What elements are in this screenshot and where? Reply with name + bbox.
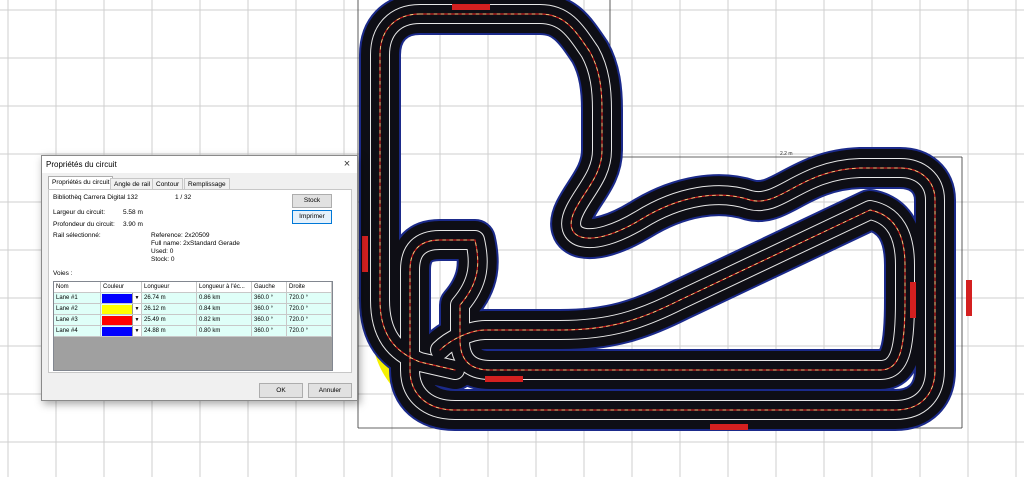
dialog-title-bar[interactable]: Propriétés du circuit × [42,156,357,173]
lanes-table-header: Nom Couleur Longueur Longueur à l'éc... … [54,282,332,293]
column-header-length[interactable]: Longueur [142,282,197,293]
table-row[interactable]: Lane #1 ▼ 26.74 m 0.86 km 360.0 ° 720.0 … [54,293,332,304]
tab-circuit-properties[interactable]: Propriétés du circuit [48,176,114,190]
lane-color-cell[interactable]: ▼ [101,326,142,337]
lane-length: 26.12 m [142,304,197,315]
lane-length: 26.74 m [142,293,197,304]
rail-stock: Stock: 0 [151,256,175,263]
rail-full-name: Full name: 2xStandard Gerade [151,240,240,247]
lane-color-cell[interactable]: ▼ [101,293,142,304]
lane-name: Lane #3 [54,315,101,326]
edge-marker-right-a [910,282,916,318]
lane-color-swatch[interactable] [102,305,132,314]
lane-length: 25.49 m [142,315,197,326]
selected-rail-label: Rail sélectionné: [53,232,101,239]
column-header-right[interactable]: Droite [287,282,332,293]
lane-name: Lane #1 [54,293,101,304]
width-label: Largeur du circuit: [53,209,106,216]
race-track[interactable] [359,0,956,431]
print-button[interactable]: Imprimer [292,210,332,224]
edge-marker-inner [485,376,523,382]
table-row[interactable]: Lane #2 ▼ 26.12 m 0.84 km 360.0 ° 720.0 … [54,304,332,315]
chevron-down-icon[interactable]: ▼ [132,304,141,314]
lane-left: 360.0 ° [252,315,287,326]
close-icon[interactable]: × [340,157,354,171]
lane-scale-length: 0.82 km [197,315,252,326]
library-page: 1 / 32 [175,194,192,201]
depth-label: Profondeur du circuit: [53,221,115,228]
lane-color-swatch[interactable] [102,294,132,303]
lane-color-cell[interactable]: ▼ [101,315,142,326]
lane-right: 720.0 ° [287,304,332,315]
lane-left: 360.0 ° [252,293,287,304]
circuit-properties-dialog: Propriétés du circuit × Propriétés du ci… [41,155,358,401]
dialog-title: Propriétés du circuit [46,160,117,169]
rail-used: Used: 0 [151,248,174,255]
edge-marker-bottom [710,424,748,430]
stock-button[interactable]: Stock [292,194,332,208]
lane-left: 360.0 ° [252,304,287,315]
lane-left: 360.0 ° [252,326,287,337]
edge-marker-right-b [966,280,972,316]
lanes-label: Voies : [53,270,73,277]
column-header-scale-length[interactable]: Longueur à l'éc... [197,282,252,293]
column-header-name[interactable]: Nom [54,282,101,293]
width-value: 5.58 m [123,209,143,216]
chevron-down-icon[interactable]: ▼ [132,315,141,325]
rail-reference: Reference: 2x20509 [151,232,210,239]
lane-right: 720.0 ° [287,293,332,304]
table-row[interactable]: Lane #4 ▼ 24.88 m 0.80 km 360.0 ° 720.0 … [54,326,332,337]
lane-color-swatch[interactable] [102,327,132,336]
cancel-button[interactable]: Annuler [308,383,352,398]
lanes-table[interactable]: Nom Couleur Longueur Longueur à l'éc... … [53,281,333,371]
lane-name: Lane #2 [54,304,101,315]
dimension-label-right: 2.2 m [780,151,793,157]
lane-color-swatch[interactable] [102,316,132,325]
lane-color-cell[interactable]: ▼ [101,304,142,315]
edge-marker-left [362,236,368,272]
table-row[interactable]: Lane #3 ▼ 25.49 m 0.82 km 360.0 ° 720.0 … [54,315,332,326]
chevron-down-icon[interactable]: ▼ [132,326,141,336]
ok-button[interactable]: OK [259,383,303,398]
lane-right: 720.0 ° [287,315,332,326]
column-header-left[interactable]: Gauche [252,282,287,293]
lane-name: Lane #4 [54,326,101,337]
library-label: Bibliothèq Carrera Digital 132 [53,194,138,201]
depth-value: 3.90 m [123,221,143,228]
properties-panel: Bibliothèq Carrera Digital 132 1 / 32 St… [48,189,352,373]
lane-scale-length: 0.84 km [197,304,252,315]
lane-scale-length: 0.80 km [197,326,252,337]
chevron-down-icon[interactable]: ▼ [132,293,141,303]
lane-right: 720.0 ° [287,326,332,337]
lane-scale-length: 0.86 km [197,293,252,304]
start-finish-marker [452,4,490,10]
column-header-color[interactable]: Couleur [101,282,142,293]
lane-length: 24.88 m [142,326,197,337]
